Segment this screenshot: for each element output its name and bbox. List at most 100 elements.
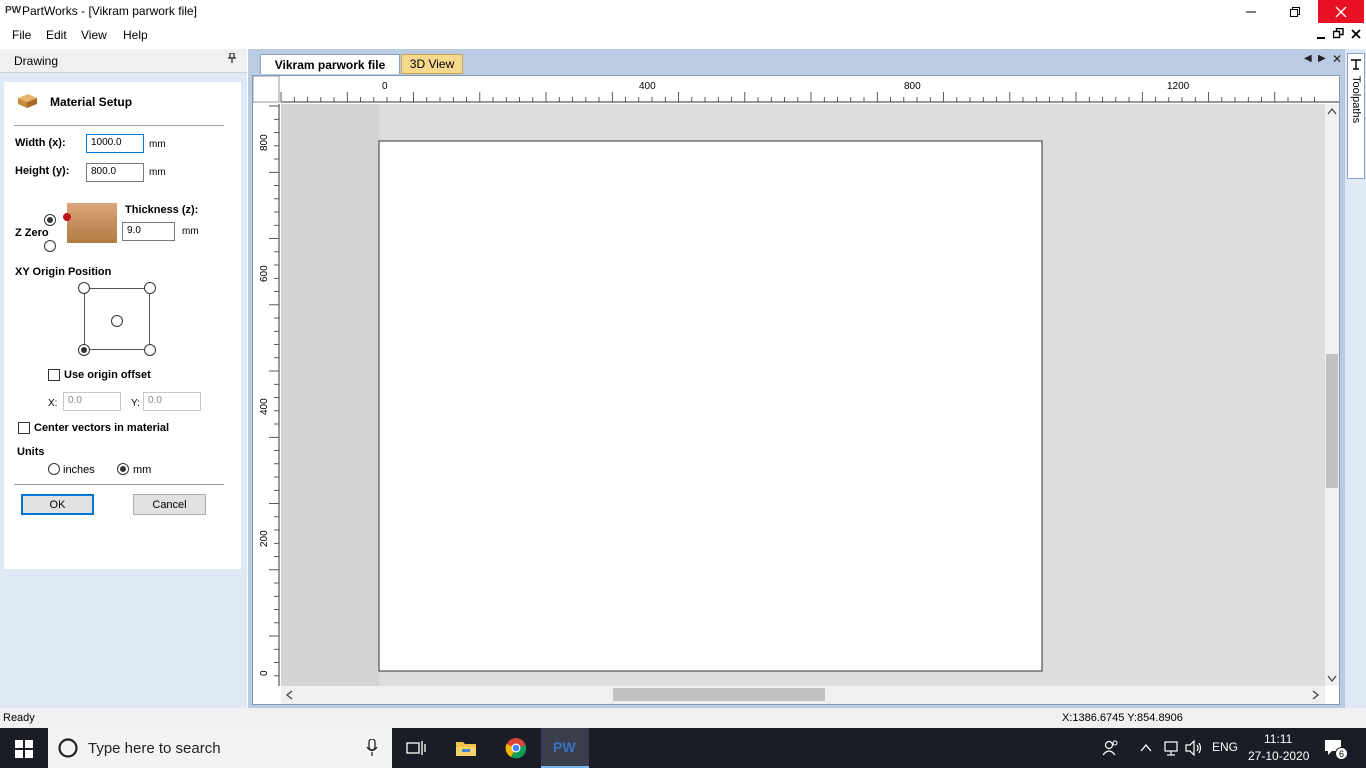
- title-bar: PW PartWorks - [Vikram parwork file]: [0, 0, 1366, 23]
- cursor-coordinates: X:1386.6745 Y:854.8906: [1062, 712, 1183, 724]
- menu-view[interactable]: View: [81, 28, 107, 42]
- ruler-label-v-400: 400: [259, 398, 270, 415]
- document-area: Vikram parwork file 3D View ◀ ▶ ✕ 0 400 …: [248, 49, 1344, 708]
- divider: [14, 125, 224, 126]
- pin-icon[interactable]: [228, 52, 236, 66]
- material-sheet[interactable]: [378, 140, 1043, 672]
- minimize-icon: [1246, 11, 1256, 12]
- section-title: Material Setup: [50, 95, 133, 109]
- origin-bottom-right-radio[interactable]: [144, 344, 156, 356]
- xy-origin-label: XY Origin Position: [15, 266, 112, 278]
- status-text: Ready: [3, 712, 35, 724]
- horizontal-scrollbar-thumb[interactable]: [613, 688, 825, 701]
- clock-date[interactable]: 27-10-2020: [1248, 749, 1309, 763]
- tab-vikram-parwork-file[interactable]: Vikram parwork file: [260, 54, 400, 74]
- panel-title: Drawing: [14, 54, 59, 68]
- origin-top-right-radio[interactable]: [144, 282, 156, 294]
- language-indicator[interactable]: ENG: [1212, 740, 1238, 754]
- ok-button[interactable]: OK: [21, 494, 94, 515]
- units-inches-radio[interactable]: [48, 463, 60, 475]
- menu-file[interactable]: File: [12, 28, 31, 42]
- ruler-label-v-0: 0: [259, 670, 270, 676]
- vertical-scrollbar-thumb[interactable]: [1326, 354, 1338, 488]
- mdi-restore-button[interactable]: [1332, 27, 1344, 42]
- units-mm-radio[interactable]: [117, 463, 129, 475]
- network-button[interactable]: [1163, 740, 1179, 759]
- y-offset-input[interactable]: 0.0: [143, 392, 201, 411]
- taskbar: Type here to search PW ENG 11:11 27-10-2…: [0, 728, 1366, 768]
- cortana-icon: [58, 738, 78, 758]
- z-zero-top-radio[interactable]: [44, 214, 56, 226]
- restore-icon: [1332, 27, 1344, 39]
- units-inches-label: inches: [63, 464, 95, 476]
- ruler-label-h-1200: 1200: [1167, 81, 1190, 92]
- use-origin-offset-label: Use origin offset: [64, 369, 151, 381]
- tab-prev-icon[interactable]: ◀: [1304, 53, 1312, 64]
- app-logo: PW: [5, 5, 22, 16]
- ruler-label-v-200: 200: [259, 530, 270, 547]
- tab-next-icon[interactable]: ▶: [1318, 53, 1326, 64]
- volume-button[interactable]: [1185, 739, 1203, 759]
- people-button[interactable]: [1102, 739, 1120, 760]
- cancel-button[interactable]: Cancel: [133, 494, 206, 515]
- width-input[interactable]: 1000.0: [86, 134, 144, 153]
- origin-center-radio[interactable]: [111, 315, 123, 327]
- minimize-button[interactable]: [1228, 0, 1274, 23]
- ruler-label-h-400: 400: [639, 81, 656, 92]
- use-origin-offset-checkbox[interactable]: [48, 369, 60, 381]
- origin-top-left-radio[interactable]: [78, 282, 90, 294]
- restore-icon: [1290, 6, 1300, 17]
- people-icon: [1102, 740, 1118, 756]
- menu-help[interactable]: Help: [123, 28, 148, 42]
- file-explorer-button[interactable]: [455, 739, 477, 760]
- partworks-taskbar-button[interactable]: PW: [541, 728, 589, 768]
- menu-edit[interactable]: Edit: [46, 28, 67, 42]
- units-mm-label: mm: [133, 464, 152, 476]
- toolpaths-tab-label: Toolpaths: [1350, 76, 1362, 124]
- height-unit: mm: [149, 167, 166, 178]
- origin-bottom-left-radio[interactable]: [78, 344, 90, 356]
- width-label: Width (x):: [15, 137, 66, 149]
- width-unit: mm: [149, 139, 166, 150]
- mdi-close-button[interactable]: [1351, 28, 1361, 42]
- microphone-icon[interactable]: [366, 739, 378, 757]
- close-button[interactable]: [1318, 0, 1364, 23]
- close-icon: [1335, 6, 1347, 17]
- toolpaths-tab[interactable]: Toolpaths: [1347, 53, 1365, 179]
- ruler-label-h-800: 800: [904, 81, 921, 92]
- x-offset-input[interactable]: 0.0: [63, 392, 121, 411]
- clock-time[interactable]: 11:11: [1264, 732, 1292, 746]
- material-setup-form: Material Setup Width (x): 1000.0 mm Heig…: [4, 82, 241, 569]
- height-input[interactable]: 800.0: [86, 163, 144, 182]
- drawing-panel: Drawing Material Setup Width (x): 1000.0…: [0, 49, 247, 708]
- units-label: Units: [17, 446, 45, 458]
- show-hidden-icons-button[interactable]: [1140, 742, 1152, 756]
- drawing-canvas: 0 400 800 1200 800 600 400 200 0: [253, 76, 1339, 704]
- task-view-icon: [406, 741, 426, 755]
- action-center-button[interactable]: 6: [1324, 739, 1348, 760]
- ruler-label-v-600: 600: [259, 265, 270, 282]
- windows-icon: [15, 740, 33, 758]
- thickness-label: Thickness (z):: [125, 204, 199, 216]
- chrome-button[interactable]: [505, 737, 527, 762]
- folder-icon: [456, 742, 476, 756]
- task-view-button[interactable]: [406, 740, 426, 759]
- taskbar-search[interactable]: Type here to search: [48, 728, 392, 768]
- search-placeholder: Type here to search: [88, 740, 221, 757]
- chrome-icon: [505, 738, 527, 759]
- tab-3d-view[interactable]: 3D View: [401, 54, 463, 74]
- center-vectors-checkbox[interactable]: [18, 422, 30, 434]
- restore-button[interactable]: [1272, 0, 1318, 23]
- start-button[interactable]: [15, 740, 33, 761]
- menu-bar: File Edit View Help: [0, 23, 1366, 49]
- toolpaths-strip: Toolpaths: [1344, 49, 1366, 708]
- close-icon: [1351, 29, 1361, 39]
- mdi-minimize-button[interactable]: [1316, 29, 1326, 43]
- vertical-ruler: [253, 104, 280, 686]
- panel-header: Drawing: [0, 49, 247, 73]
- z-zero-bottom-radio[interactable]: [44, 240, 56, 252]
- thickness-input[interactable]: 9.0: [122, 222, 175, 241]
- tab-close-icon[interactable]: ✕: [1332, 52, 1342, 66]
- window-title: PartWorks - [Vikram parwork file]: [22, 4, 197, 18]
- x-offset-label: X:: [48, 398, 58, 409]
